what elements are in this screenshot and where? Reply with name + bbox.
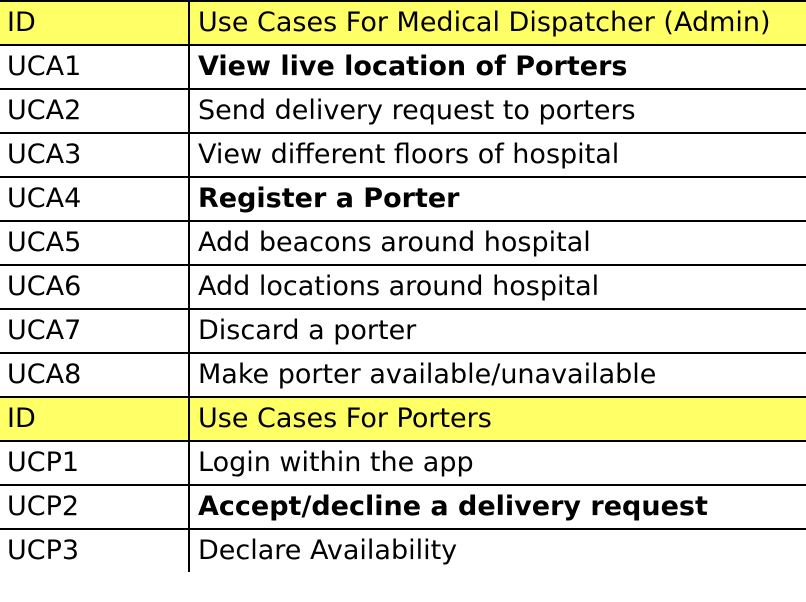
table-row: UCA1 View live location of Porters	[0, 44, 806, 90]
table-row: UCP1 Login within the app	[0, 440, 806, 486]
use-case-description-cell: Discard a porter	[188, 308, 806, 354]
use-case-id-cell: UCA2	[0, 88, 190, 134]
table-row: UCP2 Accept/decline a delivery request	[0, 484, 806, 530]
use-case-description-cell: Add locations around hospital	[188, 264, 806, 310]
use-case-id-cell: UCP2	[0, 484, 190, 530]
use-case-id-cell: UCA5	[0, 220, 190, 266]
use-case-header-cell: Use Cases For Porters	[188, 396, 806, 442]
table-header-row: ID Use Cases For Medical Dispatcher (Adm…	[0, 0, 806, 46]
use-case-description-cell: Register a Porter	[188, 176, 806, 222]
use-case-id-cell: UCA7	[0, 308, 190, 354]
id-header-cell: ID	[0, 0, 190, 46]
table-row: UCA2 Send delivery request to porters	[0, 88, 806, 134]
use-case-description-cell: Declare Availability	[188, 528, 806, 572]
use-case-id-cell: UCA6	[0, 264, 190, 310]
use-case-description-cell: Accept/decline a delivery request	[188, 484, 806, 530]
table-row: UCA3 View different floors of hospital	[0, 132, 806, 178]
use-case-id-cell: UCA8	[0, 352, 190, 398]
table-row: UCA8 Make porter available/unavailable	[0, 352, 806, 398]
use-case-id-cell: UCA1	[0, 44, 190, 90]
use-case-id-cell: UCP1	[0, 440, 190, 486]
table-row: UCA5 Add beacons around hospital	[0, 220, 806, 266]
use-case-id-cell: UCA3	[0, 132, 190, 178]
use-cases-table: ID Use Cases For Medical Dispatcher (Adm…	[0, 0, 806, 572]
id-header-cell: ID	[0, 396, 190, 442]
use-case-header-cell: Use Cases For Medical Dispatcher (Admin)	[188, 0, 806, 46]
table-row: UCA6 Add locations around hospital	[0, 264, 806, 310]
use-case-description-cell: Add beacons around hospital	[188, 220, 806, 266]
use-case-description-cell: Make porter available/unavailable	[188, 352, 806, 398]
use-case-id-cell: UCA4	[0, 176, 190, 222]
use-case-description-cell: Login within the app	[188, 440, 806, 486]
use-case-description-cell: View live location of Porters	[188, 44, 806, 90]
table-row: UCA7 Discard a porter	[0, 308, 806, 354]
use-cases-table-body: ID Use Cases For Medical Dispatcher (Adm…	[0, 0, 806, 572]
table-header-row: ID Use Cases For Porters	[0, 396, 806, 442]
table-row: UCA4 Register a Porter	[0, 176, 806, 222]
use-case-description-cell: View different floors of hospital	[188, 132, 806, 178]
use-case-description-cell: Send delivery request to porters	[188, 88, 806, 134]
use-case-id-cell: UCP3	[0, 528, 190, 572]
table-row: UCP3 Declare Availability	[0, 528, 806, 572]
